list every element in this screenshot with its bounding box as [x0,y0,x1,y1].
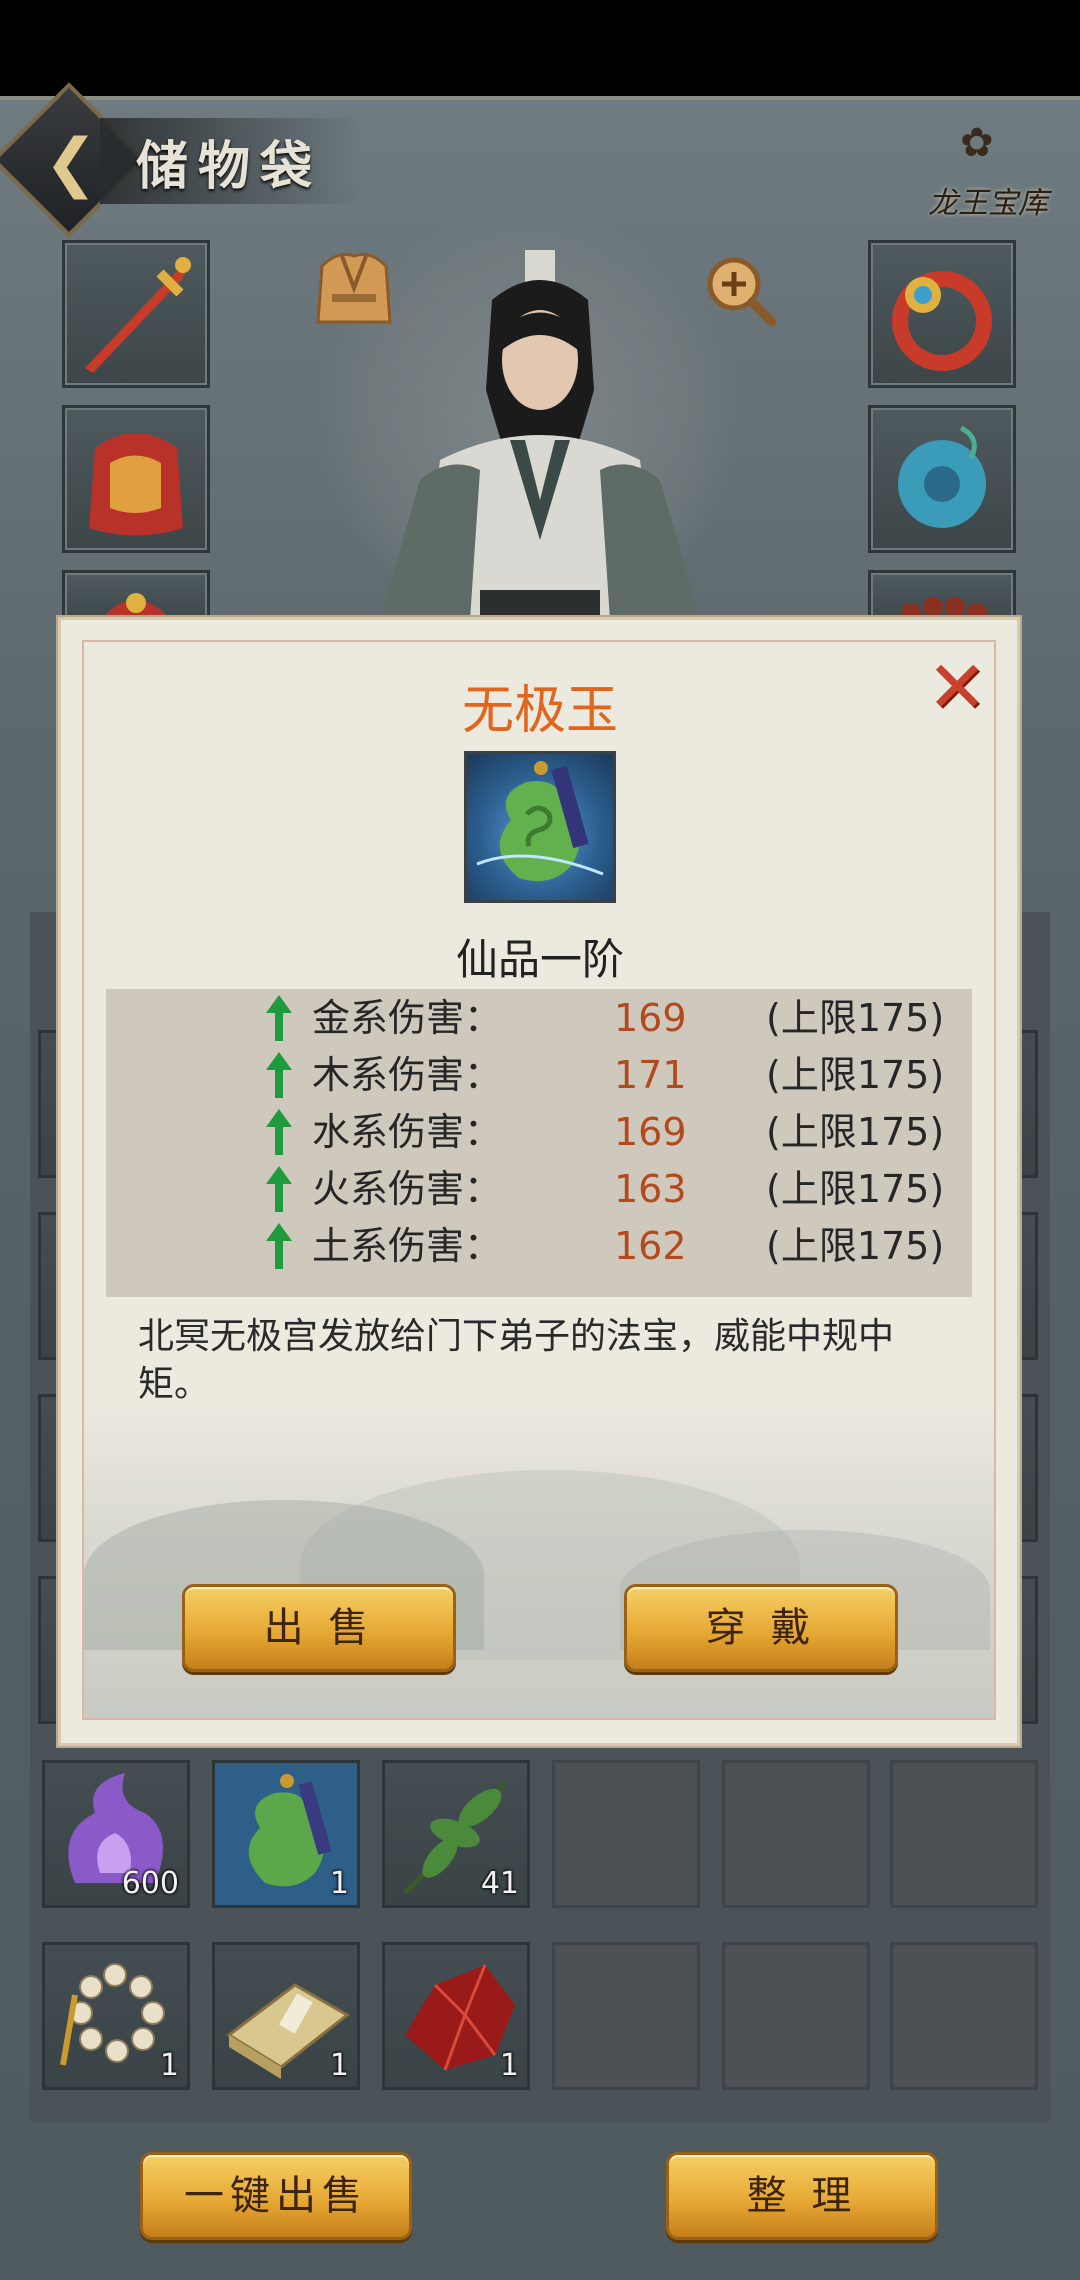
item-count: 1 [499,2048,519,2083]
stat-label: 火系伤害： [312,1167,503,1211]
sell-all-button[interactable]: 一键出售 [140,2152,412,2240]
item-count: 1 [159,2048,179,2083]
up-arrow-icon [266,1166,292,1212]
equip-button[interactable]: 穿 戴 [624,1584,898,1672]
stat-row: 金系伤害： 169 (上限175) [106,989,972,1047]
item-description: 北冥无极宫发放给门下弟子的法宝，威能中规中矩。 [138,1316,895,1405]
stat-label: 木系伤害： [312,1053,503,1097]
stat-row: 火系伤害： 163 (上限175) [106,1160,972,1218]
item-title: 无极玉 [461,681,618,741]
item-count: 1 [329,1866,349,1901]
item-count: 600 [121,1866,179,1901]
ring-icon [892,271,992,371]
stat-value: 162 [614,1224,687,1268]
amulet-icon [898,425,986,528]
status-bar [0,0,1080,96]
up-arrow-icon [266,1052,292,1098]
stat-value: 171 [614,1053,687,1097]
stat-label: 水系伤害： [312,1110,503,1154]
jade-pendant-icon [476,761,604,882]
stat-value: 163 [614,1167,687,1211]
inventory-slot-purple-flame[interactable]: 600 [42,1760,190,1908]
inventory-slot-book[interactable]: 1 [212,1942,360,2090]
inventory-slot-empty[interactable] [890,1942,1038,2090]
up-arrow-icon [266,1223,292,1269]
inventory-slot-herb[interactable]: 41 [382,1760,530,1908]
stat-max: (上限175) [766,1053,945,1097]
inventory-slot-empty[interactable] [890,1760,1038,1908]
stat-label: 土系伤害： [312,1224,503,1268]
stats-panel: 金系伤害： 169 (上限175) 木系伤害： 171 (上限175) 水系伤害… [106,989,972,1297]
stat-max: (上限175) [766,1167,945,1211]
item-count: 1 [329,2048,349,2083]
stat-max: (上限175) [766,1110,945,1154]
inventory-slot-jade-pendant[interactable]: 1 [212,1760,360,1908]
frame-border [0,96,1080,100]
sell-button[interactable]: 出 售 [182,1584,456,1672]
item-image [464,751,616,903]
stat-row: 土系伤害： 162 (上限175) [106,1217,972,1275]
dragon-logo-icon: ✿ [960,120,994,166]
up-arrow-icon [266,1109,292,1155]
logo-text: 龙王宝库 [928,186,1048,221]
stat-max: (上限175) [766,996,945,1040]
stat-row: 木系伤害： 171 (上限175) [106,1046,972,1104]
up-arrow-icon [266,995,292,1041]
inventory-slot-empty[interactable] [552,1760,700,1908]
stat-label: 金系伤害： [312,996,503,1040]
sort-button[interactable]: 整 理 [666,2152,938,2240]
inventory-slot-empty[interactable] [722,1760,870,1908]
inventory-slot-red-crystal[interactable]: 1 [382,1942,530,2090]
stat-value: 169 [614,1110,687,1154]
character-avatar [380,250,700,620]
equip-slot-ring[interactable] [868,240,1016,388]
zoom-icon[interactable] [700,250,780,330]
inventory-slot-empty[interactable] [552,1942,700,2090]
outfit-icon[interactable] [308,242,400,328]
armor-icon [89,433,183,536]
stat-value: 169 [614,996,687,1040]
page-title: 储物袋 [136,136,323,197]
inventory-slot-empty[interactable] [722,1942,870,2090]
inventory-slot-prayer-beads[interactable]: 1 [42,1942,190,2090]
equip-slot-weapon[interactable] [62,240,210,388]
equip-slot-armor[interactable] [62,405,210,553]
close-icon[interactable]: ✕ [922,651,992,723]
item-grade: 仙品一阶 [455,935,624,984]
stat-max: (上限175) [766,1224,945,1268]
sword-icon [85,257,191,373]
item-count: 41 [480,1866,519,1901]
stat-row: 水系伤害： 169 (上限175) [106,1103,972,1161]
equip-slot-amulet[interactable] [868,405,1016,553]
